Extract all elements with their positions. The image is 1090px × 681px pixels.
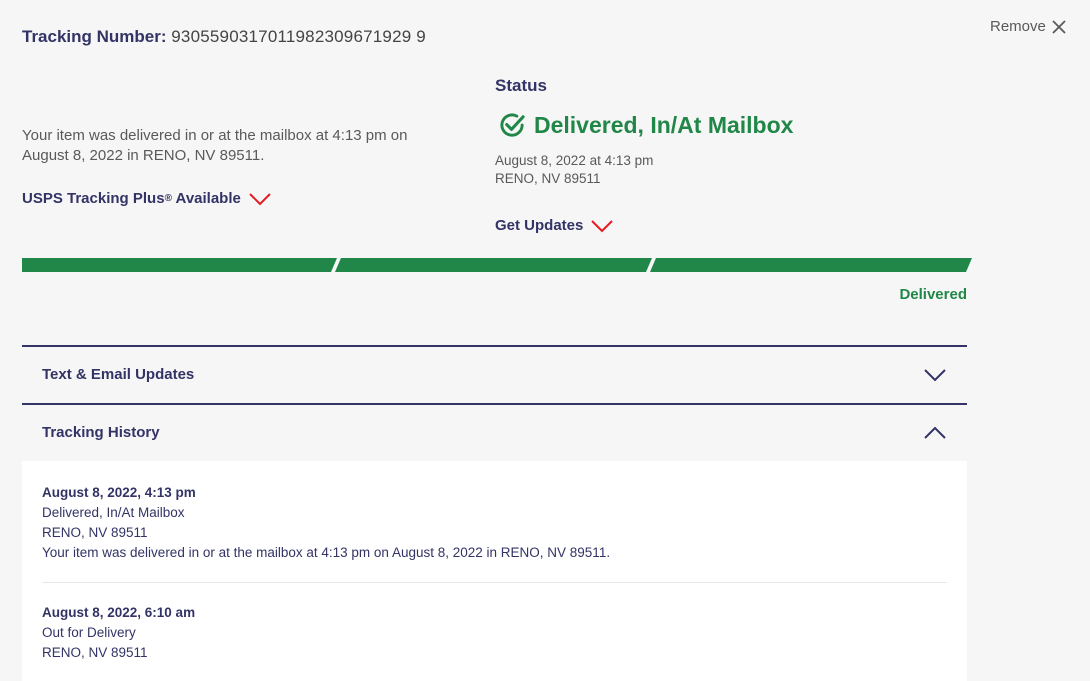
event-status: Out for Delivery [42,625,136,640]
progress-segment-2 [335,258,652,272]
status-detail: August 8, 2022 at 4:13 pm RENO, NV 89511 [495,152,653,188]
remove-label: Remove [990,18,1046,35]
status-title-text: Delivered, In/At Mailbox [534,112,794,138]
tracking-plus-suffix: Available [171,190,241,207]
history-event: August 8, 2022, 4:13 pm Delivered, In/At… [42,461,947,583]
event-status: Delivered, In/At Mailbox [42,505,185,520]
event-note: Your item was delivered in or at the mai… [42,545,611,560]
progress-label: Delivered [899,286,967,303]
event-location: RENO, NV 89511 [42,645,148,660]
progress-segment-1 [22,258,337,272]
tracking-page: Remove Tracking Number: 9305590317011982… [0,0,1090,681]
tracking-history-list: August 8, 2022, 4:13 pm Delivered, In/At… [22,461,967,681]
chevron-down-icon [249,192,271,205]
remove-button[interactable]: Remove [990,18,1066,35]
chevron-up-icon [924,426,946,439]
text-email-updates-header[interactable]: Text & Email Updates [22,345,967,402]
status-heading: Status [495,76,547,95]
progress-bar [22,258,972,272]
tracking-number-label: Tracking Number: [22,27,167,46]
delivery-summary: Your item was delivered in or at the mai… [22,127,408,164]
event-location: RENO, NV 89511 [42,525,148,540]
tracking-history-title: Tracking History [42,424,160,441]
event-datetime: August 8, 2022, 4:13 pm [42,485,196,500]
tracking-number-value: 9305590317011982309671929 9 [171,27,426,46]
check-circle-icon [500,113,525,137]
tracking-history-header[interactable]: Tracking History [22,403,967,460]
close-icon [1052,19,1066,34]
tracking-plus-label: USPS Tracking Plus [22,190,165,207]
registered-mark: ® [164,193,172,204]
text-email-updates-title: Text & Email Updates [42,366,195,383]
tracking-number: Tracking Number: 93055903170119823096719… [22,27,426,47]
status-title: Delivered, In/At Mailbox [499,112,793,139]
get-updates-toggle[interactable]: Get Updates [495,217,614,234]
get-updates-label: Get Updates [495,217,584,234]
status-location: RENO, NV 89511 [495,171,601,186]
progress-segment-3 [650,258,972,272]
chevron-down-icon [591,219,614,232]
chevron-down-icon [924,368,946,381]
event-datetime: August 8, 2022, 6:10 am [42,605,196,620]
status-date: August 8, 2022 at 4:13 pm [495,153,654,168]
history-event: August 8, 2022, 6:10 am Out for Delivery… [42,583,947,663]
tracking-plus-toggle[interactable]: USPS Tracking Plus ® Available [22,190,271,207]
